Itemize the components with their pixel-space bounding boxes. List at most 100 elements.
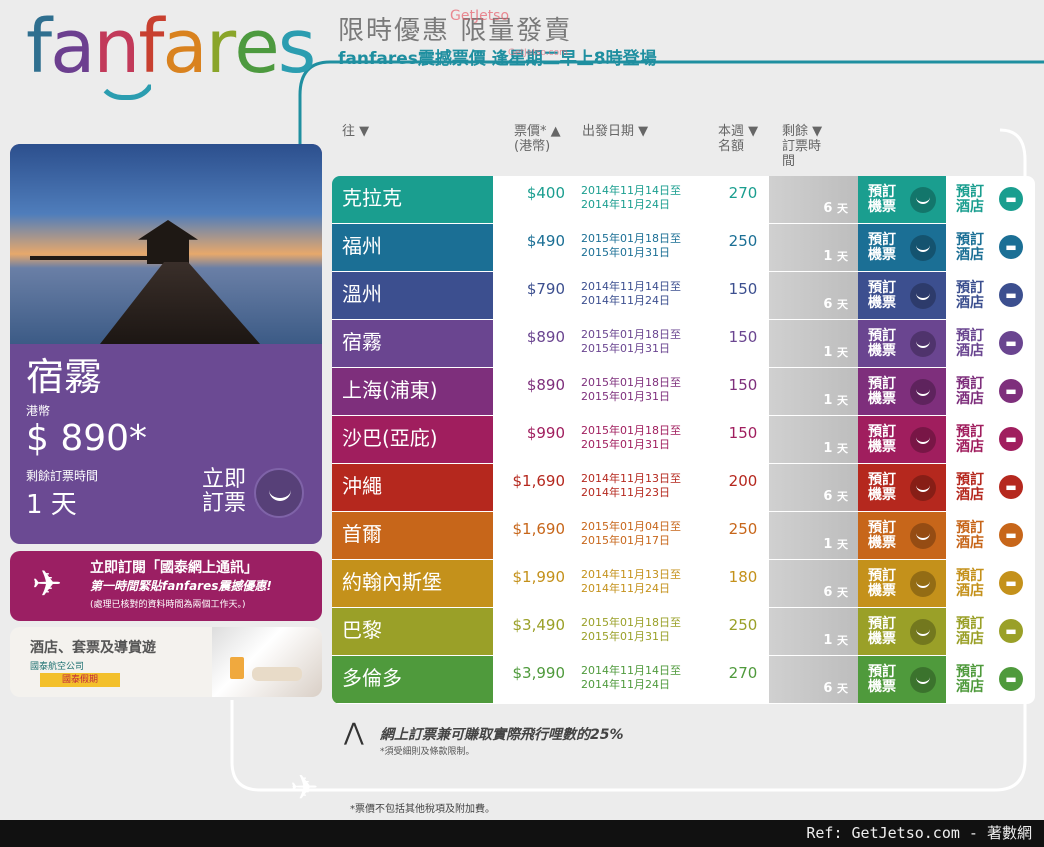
book-flight-label-1: 預訂 [868,327,896,344]
time-left-unit: 天 [837,394,848,407]
sort-by-date[interactable]: 出發日期 ▼ [582,124,648,139]
plane-icon: ✈ [290,768,319,808]
departure-date-from: 2015年01月18日至 [581,328,681,341]
smile-icon[interactable] [254,468,304,518]
book-flight-button[interactable]: 預訂 機票 [858,224,946,271]
logo-letter: a [162,4,207,90]
departure-date-to: 2014年11月24日 [581,582,670,595]
departure-date-to: 2014年11月23日 [581,486,670,499]
book-flight-label-2: 機票 [868,678,896,695]
bed-icon: ▬ [999,427,1023,451]
book-flight-label-1: 預訂 [868,471,896,488]
destination-link[interactable]: 福州 [332,224,493,271]
departure-dates: 2015年01月18日至 2015年01月31日 [575,224,687,271]
time-left: 1 天 [769,368,858,415]
bed-icon: ▬ [999,379,1023,403]
price-header-label: 票價* ▲ [514,124,561,139]
book-hotel-button[interactable]: 預訂 酒店 ▬ [946,272,1035,319]
book-flight-button[interactable]: 預訂 機票 [858,608,946,655]
departure-date-from: 2014年11月13日至 [581,472,681,485]
destination-link[interactable]: 巴黎 [332,608,493,655]
fare-price: $400 [493,176,575,223]
fare-price: $890 [493,368,575,415]
weekly-seats: 250 [687,608,769,655]
book-flight-button[interactable]: 預訂 機票 [858,368,946,415]
watermark-url: GetJetso.com [508,48,568,58]
book-flight-label-1: 預訂 [868,663,896,680]
sort-by-time-left[interactable]: 剩餘 ▼ 訂票時 間 [782,124,822,169]
book-hotel-button[interactable]: 預訂 酒店 ▬ [946,512,1035,559]
weekly-seats: 250 [687,224,769,271]
book-hotel-button[interactable]: 預訂 酒店 ▬ [946,176,1035,223]
book-flight-label-2: 機票 [868,342,896,359]
book-hotel-button[interactable]: 預訂 酒店 ▬ [946,560,1035,607]
featured-destination: 宿霧 [26,355,103,399]
featured-price: $ 890* [26,418,148,459]
breakfast-image [212,627,322,697]
featured-book-button[interactable]: 立即 訂票 [202,468,246,516]
fare-price: $890 [493,320,575,367]
destination-link[interactable]: 沖繩 [332,464,493,511]
departure-date-to: 2015年01月31日 [581,342,670,355]
fanfares-logo[interactable]: fanfares [26,2,316,112]
book-flight-button[interactable]: 預訂 機票 [858,560,946,607]
book-flight-label-2: 機票 [868,198,896,215]
book-hotel-label-1: 預訂 [956,327,984,344]
destination-link[interactable]: 首爾 [332,512,493,559]
book-hotel-button[interactable]: 預訂 酒店 ▬ [946,656,1035,703]
book-flight-button[interactable]: 預訂 機票 [858,656,946,703]
departure-date-to: 2015年01月17日 [581,534,670,547]
sort-by-seats[interactable]: 本週 ▼ 名額 [718,124,758,154]
time-left-value: 6 [823,681,833,696]
book-hotel-button[interactable]: 預訂 酒店 ▬ [946,368,1035,415]
departure-date-to: 2015年01月31日 [581,630,670,643]
newsletter-banner[interactable]: ✈ 立即訂閱「國泰網上通訊」 第一時間緊貼fanfares震撼優惠! (處理已核… [10,551,322,621]
time-left: 6 天 [769,560,858,607]
destination-link[interactable]: 多倫多 [332,656,493,703]
fare-row: 巴黎 $3,490 2015年01月18日至 2015年01月31日 250 1 天預訂機… [332,608,1035,656]
sort-by-destination[interactable]: 往 ▼ [342,124,369,139]
smile-icon [910,235,936,261]
featured-deal-card[interactable]: 宿霧 港幣 $ 890* 剩餘訂票時間 1 天 立即 訂票 [10,144,322,544]
book-hotel-button[interactable]: 預訂 酒店 ▬ [946,416,1035,463]
time-left-unit: 天 [837,682,848,695]
book-hotel-button[interactable]: 預訂 酒店 ▬ [946,464,1035,511]
time-left-header-line-3: 間 [782,154,796,169]
departure-dates: 2015年01月04日至 2015年01月17日 [575,512,687,559]
weekly-seats: 200 [687,464,769,511]
departure-dates: 2014年11月14日至 2014年11月24日 [575,176,687,223]
destination-link[interactable]: 約翰內斯堡 [332,560,493,607]
hotel-promo-banner[interactable]: 酒店、套票及導賞遊 國泰航空公司 國泰假期 [10,627,322,697]
book-flight-button[interactable]: 預訂 機票 [858,272,946,319]
book-flight-button[interactable]: 預訂 機票 [858,512,946,559]
book-flight-button[interactable]: 預訂 機票 [858,416,946,463]
book-flight-button[interactable]: 預訂 機票 [858,464,946,511]
book-hotel-button[interactable]: 預訂 酒店 ▬ [946,224,1035,271]
fare-row: 宿霧 $890 2015年01月18日至 2015年01月31日 150 1 天預訂 機票預… [332,320,1035,368]
smile-icon [910,667,936,693]
watermark: GetJetso GetJetso.com [450,8,568,58]
fare-row: 約翰內斯堡 $1,990 2014年11月13日至 2014年11月24日 180 6 天… [332,560,1035,608]
featured-currency: 港幣 [26,404,51,418]
airline-logo: 國泰航空公司 [30,662,85,672]
book-hotel-button[interactable]: 預訂 酒店 ▬ [946,320,1035,367]
fare-row: 多倫多 $3,990 2014年11月14日至 2014年11月24日 270 6 天預訂… [332,656,1035,704]
destination-link[interactable]: 宿霧 [332,320,493,367]
bed-icon: ▬ [999,523,1023,547]
sort-by-price[interactable]: 票價* ▲ (港幣) [514,124,561,154]
fare-price: $3,490 [493,608,575,655]
weekly-seats: 150 [687,416,769,463]
seats-header-line-1: 本週 ▼ [718,124,759,139]
book-flight-button[interactable]: 預訂 機票 [858,176,946,223]
book-flight-label-2: 機票 [868,534,896,551]
book-flight-button[interactable]: 預訂 機票 [858,320,946,367]
book-flight-label-2: 機票 [868,486,896,503]
departure-date-to: 2015年01月31日 [581,390,670,403]
fare-price: $490 [493,224,575,271]
book-hotel-button[interactable]: 預訂 酒店 ▬ [946,608,1035,655]
destination-link[interactable]: 溫州 [332,272,493,319]
time-left: 1 天 [769,224,858,271]
destination-link[interactable]: 沙巴(亞庇) [332,416,493,463]
destination-link[interactable]: 上海(浦東) [332,368,493,415]
destination-link[interactable]: 克拉克 [332,176,493,223]
